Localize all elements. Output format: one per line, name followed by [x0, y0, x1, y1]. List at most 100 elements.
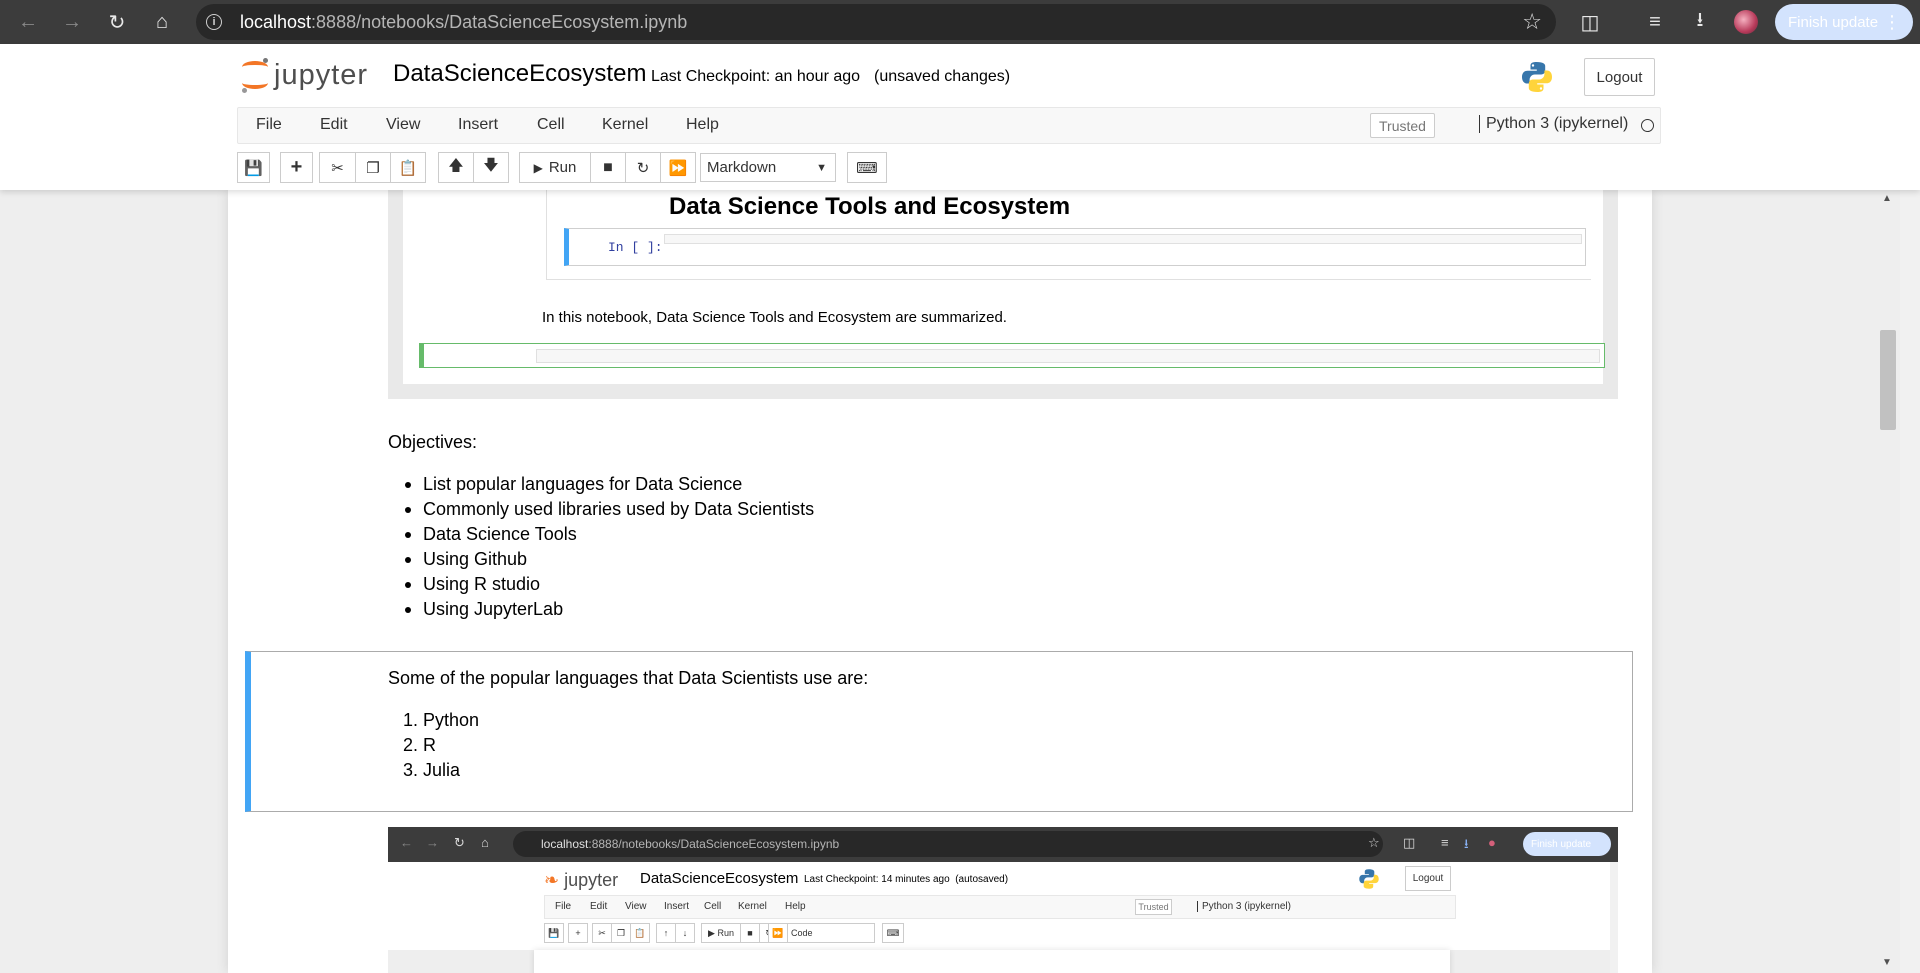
finish-update-button[interactable]: Finish update ⋮: [1775, 4, 1913, 40]
cell-type-select[interactable]: Markdown ▼: [700, 153, 836, 182]
save-button[interactable]: 💾: [237, 152, 270, 183]
list-item: Using R studio: [404, 572, 814, 597]
reload-icon: ↻: [454, 835, 465, 850]
chevron-down-icon: ▼: [816, 161, 827, 174]
run-button[interactable]: ▶ Run: [519, 152, 591, 183]
profile-avatar[interactable]: [1734, 10, 1758, 34]
paste-button[interactable]: 📋: [390, 152, 426, 183]
list-item: Commonly used libraries used by Data Sci…: [404, 497, 814, 522]
extensions-icon: ◫: [1403, 835, 1416, 850]
objectives-list: List popular languages for Data Science …: [404, 472, 814, 622]
list-item: Data Science Tools: [404, 522, 814, 547]
arrow-up-icon: ↑: [656, 923, 676, 943]
embedded-run-button: ▶ Run: [701, 923, 741, 943]
list-item: Using JupyterLab: [404, 597, 814, 622]
menubar: File Edit View Insert Cell Kernel Help T…: [237, 107, 1661, 144]
embedded-browser-toolbar: ← → ↻ ⌂ localhost:8888/notebooks/DataSci…: [388, 827, 1618, 862]
copy-button[interactable]: ❐: [355, 152, 391, 183]
jupyter-logo-icon: ❧: [544, 870, 560, 890]
menu-kernel: Kernel: [738, 901, 767, 912]
menu-insert: Insert: [664, 901, 690, 912]
embedded-logout-button: Logout: [1405, 866, 1451, 891]
embedded-cell-type-select: Code: [787, 923, 875, 943]
list-item: 1. Python: [403, 710, 480, 730]
save-icon: 💾: [544, 923, 564, 943]
forward-icon: →: [426, 835, 439, 850]
embedded-finish-update-button: Finish update: [1523, 832, 1611, 856]
list-item: 2. R: [403, 735, 437, 755]
menu-view: View: [625, 901, 647, 912]
back-icon[interactable]: ←: [6, 0, 50, 44]
jupyter-logo-icon: [240, 58, 270, 93]
menu-help[interactable]: Help: [686, 116, 719, 134]
stop-button[interactable]: ■: [590, 152, 626, 183]
menu-help: Help: [785, 901, 806, 912]
download-icon: ⭳: [1464, 836, 1469, 851]
home-icon: ⌂: [481, 835, 489, 850]
home-icon[interactable]: ⌂: [140, 0, 184, 44]
stop-icon: ■: [740, 923, 760, 943]
menu-insert[interactable]: Insert: [458, 116, 498, 134]
scroll-down-arrow-icon[interactable]: ▼: [1882, 957, 1892, 968]
arrow-down-icon: ↓: [675, 923, 695, 943]
embedded-edit-input: [536, 349, 1600, 363]
embedded-markdown-text: In this notebook, Data Science Tools and…: [542, 309, 1007, 326]
notebook-title[interactable]: DataScienceEcosystem: [393, 60, 646, 88]
embedded-image-2: ← → ↻ ⌂ localhost:8888/notebooks/DataSci…: [388, 827, 1618, 973]
embedded-address-bar: localhost:8888/notebooks/DataScienceEcos…: [513, 831, 1383, 857]
logout-button[interactable]: Logout: [1584, 58, 1655, 96]
site-info-icon[interactable]: i: [196, 14, 232, 30]
menu-cell: Cell: [704, 901, 722, 912]
embedded-input-area: [664, 234, 1582, 244]
jupyter-header: jupyter DataScienceEcosystem Last Checkp…: [0, 44, 1920, 190]
paste-icon: 📋: [630, 923, 650, 943]
kernel-name[interactable]: Python 3 (ipykernel): [1479, 115, 1628, 133]
python-logo-icon: [1359, 869, 1379, 889]
insert-cell-button[interactable]: +: [280, 152, 313, 183]
avatar: ●: [1488, 835, 1496, 850]
embedded-scrollbar: [1610, 862, 1618, 973]
menu-edit[interactable]: Edit: [320, 116, 348, 134]
cut-icon: ✂: [592, 923, 612, 943]
menu-file[interactable]: File: [256, 116, 282, 134]
bookmark-star-icon[interactable]: ☆: [1522, 9, 1542, 35]
media-control-icon: ≡: [1441, 835, 1449, 850]
embedded-notebook-body: [534, 950, 1450, 973]
forward-icon[interactable]: →: [50, 0, 94, 44]
fast-forward-button[interactable]: ⏩: [660, 152, 696, 183]
menu-edit: Edit: [590, 901, 608, 912]
plus-icon: +: [568, 923, 588, 943]
scrollbar-thumb[interactable]: [1880, 330, 1896, 430]
menu-kernel[interactable]: Kernel: [602, 116, 648, 134]
menu-view[interactable]: View: [386, 116, 420, 134]
menu-cell[interactable]: Cell: [537, 116, 565, 134]
embedded-heading: Data Science Tools and Ecosystem: [669, 193, 1071, 220]
scroll-up-arrow-icon[interactable]: ▲: [1882, 193, 1892, 204]
embedded-notebook-title: DataScienceEcosystem: [640, 870, 799, 887]
embedded-checkpoint: Last Checkpoint: 14 minutes ago (autosav…: [804, 874, 1009, 885]
reload-icon[interactable]: ↻: [95, 0, 139, 44]
list-item: Using Github: [404, 547, 814, 572]
languages-intro: Some of the popular languages that Data …: [388, 668, 869, 688]
cut-button[interactable]: ✂: [319, 152, 356, 183]
list-item: List popular languages for Data Science: [404, 472, 814, 497]
move-down-button[interactable]: 🡇: [473, 152, 509, 183]
embedded-trusted-indicator: Trusted: [1135, 899, 1172, 915]
more-vert-icon[interactable]: ⋮: [1883, 12, 1901, 33]
extensions-icon[interactable]: ◫: [1570, 0, 1610, 44]
play-icon: ▶: [533, 160, 543, 175]
keyboard-shortcuts-button[interactable]: ⌨: [847, 152, 887, 183]
url-text: localhost:8888/notebooks/DataScienceEcos…: [240, 11, 688, 32]
download-icon[interactable]: ⭳: [1680, 0, 1720, 44]
browser-toolbar: ← → ↻ ⌂ i localhost:8888/notebooks/DataS…: [0, 0, 1920, 44]
embedded-input-prompt: In [ ]:: [608, 240, 663, 255]
move-up-button[interactable]: 🡅: [438, 152, 474, 183]
restart-button[interactable]: ↻: [625, 152, 661, 183]
media-control-icon[interactable]: ≡: [1635, 0, 1675, 44]
copy-icon: ❐: [611, 923, 631, 943]
address-bar[interactable]: i localhost:8888/notebooks/DataScienceEc…: [196, 4, 1556, 40]
trusted-indicator[interactable]: Trusted: [1370, 113, 1435, 138]
keyboard-icon: ⌨: [882, 923, 904, 943]
kernel-status-icon: [1641, 119, 1654, 132]
jupyter-logo[interactable]: jupyter: [240, 58, 368, 93]
